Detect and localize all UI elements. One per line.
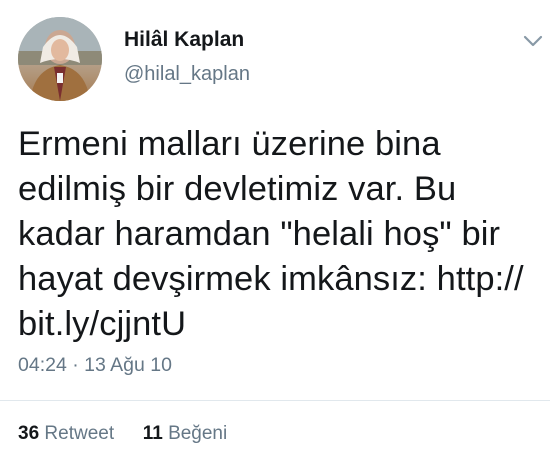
- author-handle[interactable]: @hilal_kaplan: [124, 63, 250, 86]
- profile-photo-icon: [18, 17, 102, 101]
- divider: [0, 400, 550, 401]
- tweet-stats: 36 Retweet 11 Beğeni: [18, 423, 227, 445]
- author-display-name[interactable]: Hilâl Kaplan: [124, 28, 244, 52]
- retweet-count: 36: [18, 423, 40, 444]
- like-count: 11: [142, 423, 163, 444]
- chevron-down-icon[interactable]: [522, 30, 544, 52]
- tweet-timestamp[interactable]: 04:24 · 13 Ağu 10: [18, 354, 172, 377]
- tweet-text-line: edilmiş bir devletimiz var. Bu: [18, 170, 457, 208]
- tweet-text: Ermeni malları üzerine bina edilmiş bir …: [18, 122, 538, 347]
- retweet-label: Retweet: [44, 423, 115, 444]
- tweet-link-part[interactable]: hayat devşirmek imkânsız: http://: [18, 257, 538, 302]
- like-stat[interactable]: 11 Beğeni: [143, 423, 228, 444]
- retweet-stat[interactable]: 36 Retweet: [18, 423, 119, 444]
- avatar[interactable]: [18, 17, 102, 101]
- tweet-text-line: Ermeni malları üzerine bina: [18, 125, 441, 163]
- like-label: Beğeni: [168, 423, 228, 444]
- tweet-link-part[interactable]: bit.ly/cjjntU: [18, 302, 538, 347]
- tweet-text-line: kadar haramdan "helali hoş" bir: [18, 215, 501, 253]
